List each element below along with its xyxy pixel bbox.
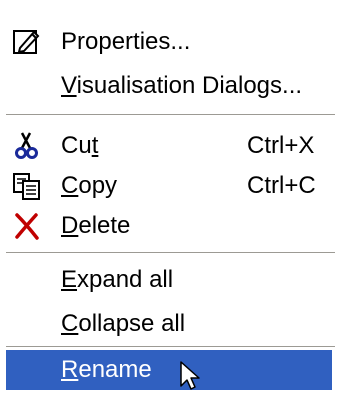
context-menu: Properties... Visualisation Dialogs... C… — [0, 0, 341, 390]
menu-item-label: Expand all — [61, 266, 174, 293]
menu-item-label: Visualisation Dialogs... — [61, 72, 303, 99]
menu-item-label: Copy — [61, 172, 118, 199]
menu-item-label: Delete — [61, 212, 131, 239]
menu-separator — [6, 252, 335, 254]
menu-separator — [6, 346, 335, 348]
menu-item-expand-all[interactable]: Expand all — [6, 258, 332, 302]
menu-item-visualisation-dialogs[interactable]: Visualisation Dialogs... — [6, 64, 332, 108]
mouse-pointer-icon — [178, 360, 208, 390]
menu-item-cut[interactable]: Cut Ctrl+X — [6, 124, 332, 168]
properties-icon — [11, 26, 43, 58]
menu-item-copy[interactable]: Copy Ctrl+C — [6, 164, 332, 208]
menu-item-label: Rename — [61, 356, 152, 383]
menu-separator — [6, 114, 335, 116]
menu-item-label: Collapse all — [61, 310, 186, 337]
menu-item-label: Cut — [61, 132, 99, 159]
copy-icon — [11, 170, 43, 202]
menu-item-rename[interactable]: Rename — [6, 350, 332, 390]
menu-item-delete[interactable]: Delete — [6, 204, 332, 248]
menu-item-properties[interactable]: Properties... — [6, 20, 332, 64]
menu-item-shortcut: Ctrl+C — [247, 172, 316, 199]
scissors-icon — [11, 130, 43, 162]
menu-item-collapse-all[interactable]: Collapse all — [6, 302, 332, 346]
menu-item-label: Properties... — [61, 28, 191, 55]
delete-icon — [11, 210, 43, 242]
menu-item-shortcut: Ctrl+X — [247, 132, 315, 159]
